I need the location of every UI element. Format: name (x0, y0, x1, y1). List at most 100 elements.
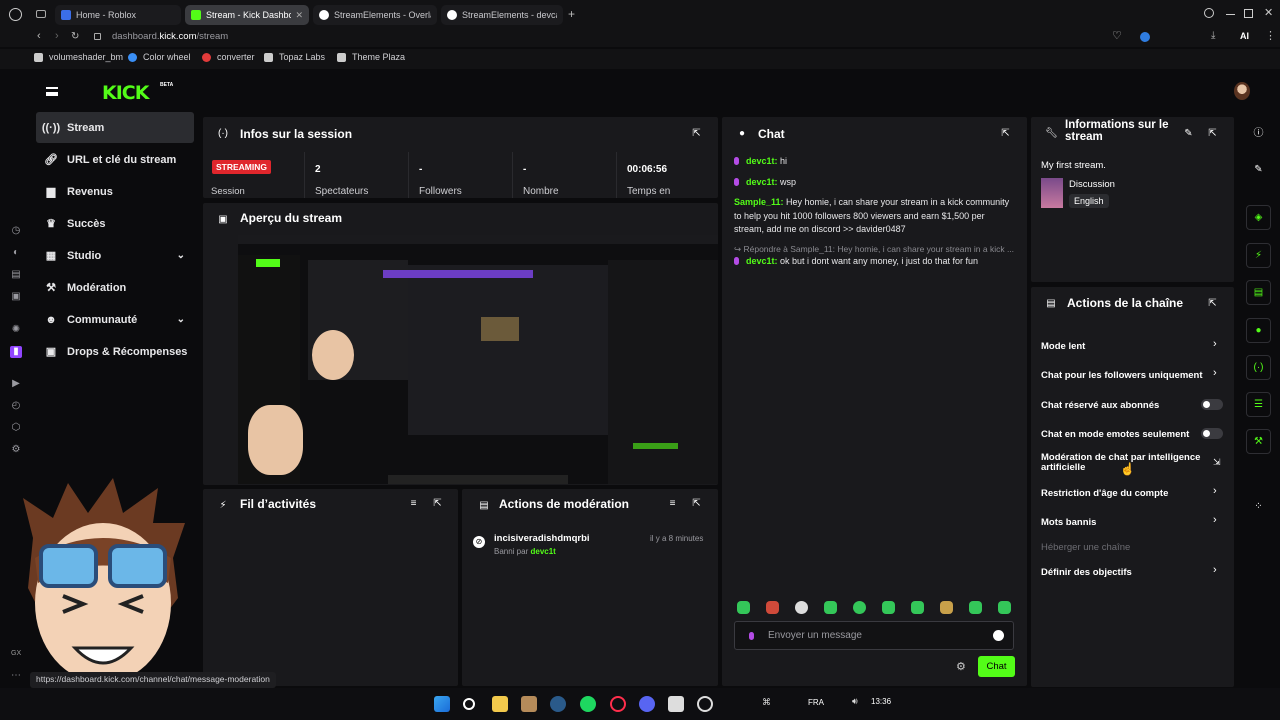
nav-item-revenus[interactable]: ▆ Revenus (36, 176, 194, 207)
ai-button[interactable]: AI (1240, 31, 1249, 41)
chatgpt-icon[interactable]: ✺ (10, 324, 22, 336)
nav-item-stream[interactable]: ((·)) Stream (36, 112, 194, 143)
bookmark-color-wheel[interactable]: Color wheel (128, 52, 191, 62)
back-icon[interactable]: ‹ (37, 30, 41, 42)
list-icon[interactable]: ☰ (1246, 392, 1271, 417)
subscribers-only-toggle[interactable] (1201, 399, 1223, 410)
chat-input[interactable]: Envoyer un message (734, 621, 1014, 650)
chat-settings-icon[interactable]: ⚙ (956, 660, 966, 673)
emote-icon[interactable] (940, 601, 953, 614)
bookmark-topaz-labs[interactable]: Topaz Labs (264, 52, 325, 62)
opera-menu-icon[interactable] (9, 8, 22, 21)
steam-icon[interactable] (550, 696, 566, 712)
nav-item-drops[interactable]: ▣ Drops & Récompenses (36, 336, 194, 367)
lightning-icon[interactable]: ⚡︎ (1246, 243, 1271, 268)
hamburger-menu-icon[interactable] (46, 87, 58, 96)
chevron-right-icon[interactable]: › (1213, 564, 1217, 576)
sidebar-app-icon[interactable]: ▣ (10, 291, 22, 303)
player-icon[interactable]: ▶ (10, 378, 22, 390)
bookmark-converter[interactable]: converter (202, 52, 255, 62)
nav-item-url-key[interactable]: 🔗︎ URL et clé du stream (36, 144, 194, 175)
bookmark-heart-icon[interactable]: ♡ (1112, 29, 1122, 42)
tab-overview-icon[interactable] (36, 10, 46, 18)
emotes-only-toggle[interactable] (1201, 428, 1223, 439)
banned-username[interactable]: incisiveradishdmqrbi (494, 533, 590, 544)
filter-icon[interactable]: ≡ (667, 498, 678, 509)
volume-icon[interactable]: 🔊︎ (852, 696, 858, 707)
document-icon[interactable]: ▤ (1246, 280, 1271, 305)
bookmark-theme-plaza[interactable]: Theme Plaza (337, 52, 405, 62)
action-followers-only[interactable]: Chat pour les followers uniquement (1041, 370, 1203, 381)
emote-icon[interactable] (737, 601, 750, 614)
chevron-right-icon[interactable]: › (1213, 338, 1217, 350)
app-icon[interactable] (668, 696, 684, 712)
tab-streamelements-overlay[interactable]: StreamElements - Overlay (313, 5, 437, 25)
popout-icon[interactable]: ⇱ (691, 128, 702, 139)
close-window-icon[interactable]: ✕ (1264, 6, 1273, 19)
opera-gx-icon[interactable] (610, 696, 626, 712)
emoji-picker-icon[interactable] (993, 630, 1004, 641)
app-icon[interactable] (697, 696, 713, 712)
info-icon[interactable]: ⓘ (1246, 119, 1271, 144)
action-slow-mode[interactable]: Mode lent (1041, 341, 1085, 352)
capture-icon[interactable]: ◈ (1246, 205, 1271, 230)
kick-logo[interactable]: KICK (102, 82, 149, 104)
edit-icon[interactable]: ✎ (1183, 128, 1194, 139)
extensions-icon[interactable]: ⬡ (10, 422, 22, 434)
windows-start-icon[interactable] (434, 696, 450, 712)
file-explorer-icon[interactable] (492, 696, 508, 712)
forward-icon[interactable]: › (55, 30, 59, 42)
popout-icon[interactable]: ⇱ (691, 498, 702, 509)
minimize-icon[interactable] (1226, 14, 1235, 15)
new-tab-icon[interactable]: + (568, 7, 575, 21)
tab-roblox[interactable]: Home - Roblox (55, 5, 181, 25)
action-set-goals[interactable]: Définir des objectifs (1041, 567, 1132, 578)
apps-icon[interactable]: ⁘ (1246, 494, 1271, 519)
discord-icon[interactable] (639, 696, 655, 712)
sidebar-app-icon[interactable]: ▤ (10, 269, 22, 281)
tab-kick-dashboard[interactable]: Stream - Kick Dashbo ✕ (185, 5, 309, 25)
emote-icon[interactable] (882, 601, 895, 614)
nav-item-studio[interactable]: ▦ Studio ⌄ (36, 240, 194, 271)
sidebar-app-icon[interactable]: ◐ (10, 247, 22, 259)
close-tab-icon[interactable]: ✕ (295, 10, 303, 21)
stream-preview-video[interactable] (238, 235, 718, 484)
chevron-right-icon[interactable]: › (1213, 514, 1217, 526)
popout-icon[interactable]: ⇱ (1000, 128, 1011, 139)
popout-icon[interactable]: ⇱ (1207, 128, 1218, 139)
filter-icon[interactable]: ≡ (408, 498, 419, 509)
app-icon[interactable] (521, 696, 537, 712)
chevron-right-icon[interactable]: › (1213, 367, 1217, 379)
language-indicator[interactable]: FRA (808, 698, 824, 707)
nav-item-communaute[interactable]: ☻ Communauté ⌄ (36, 304, 194, 335)
reload-icon[interactable]: ↻ (71, 31, 79, 42)
emote-icon[interactable] (998, 601, 1011, 614)
search-icon[interactable] (463, 698, 475, 710)
emote-icon[interactable] (853, 601, 866, 614)
tab-streamelements-devcat[interactable]: StreamElements - devcat-t (441, 5, 563, 25)
download-icon[interactable]: ⤓ (1211, 30, 1215, 41)
wifi-icon[interactable]: ⌘ (762, 697, 771, 708)
action-banned-words[interactable]: Mots bannis (1041, 517, 1096, 528)
chat-bubble-icon[interactable]: ● (1246, 318, 1271, 343)
chat-send-button[interactable]: Chat (978, 656, 1015, 677)
emote-icon[interactable] (766, 601, 779, 614)
clock[interactable]: 13:36 (871, 697, 891, 706)
chevron-right-icon[interactable]: › (1213, 485, 1217, 497)
twitch-icon[interactable]: ▮ (10, 346, 22, 358)
menu-dots-icon[interactable]: ⋮ (1265, 29, 1276, 42)
pencil-icon[interactable]: ✎ (1246, 157, 1271, 182)
settings-icon[interactable]: ⚙ (10, 444, 22, 456)
history-icon[interactable]: ◴ (10, 400, 22, 412)
emote-icon[interactable] (795, 601, 808, 614)
nav-item-moderation[interactable]: ⚒ Modération (36, 272, 194, 303)
extension-icon[interactable] (1140, 32, 1150, 42)
sidebar-app-icon[interactable]: ◷ (10, 225, 22, 237)
emote-icon[interactable] (969, 601, 982, 614)
emote-icon[interactable] (911, 601, 924, 614)
emote-icon[interactable] (824, 601, 837, 614)
wrench-icon[interactable]: ⚒ (1246, 429, 1271, 454)
bookmark-volumeshader[interactable]: volumeshader_bm (34, 52, 123, 62)
maximize-icon[interactable] (1244, 9, 1253, 18)
broadcast-icon[interactable]: (·) (1246, 355, 1271, 380)
